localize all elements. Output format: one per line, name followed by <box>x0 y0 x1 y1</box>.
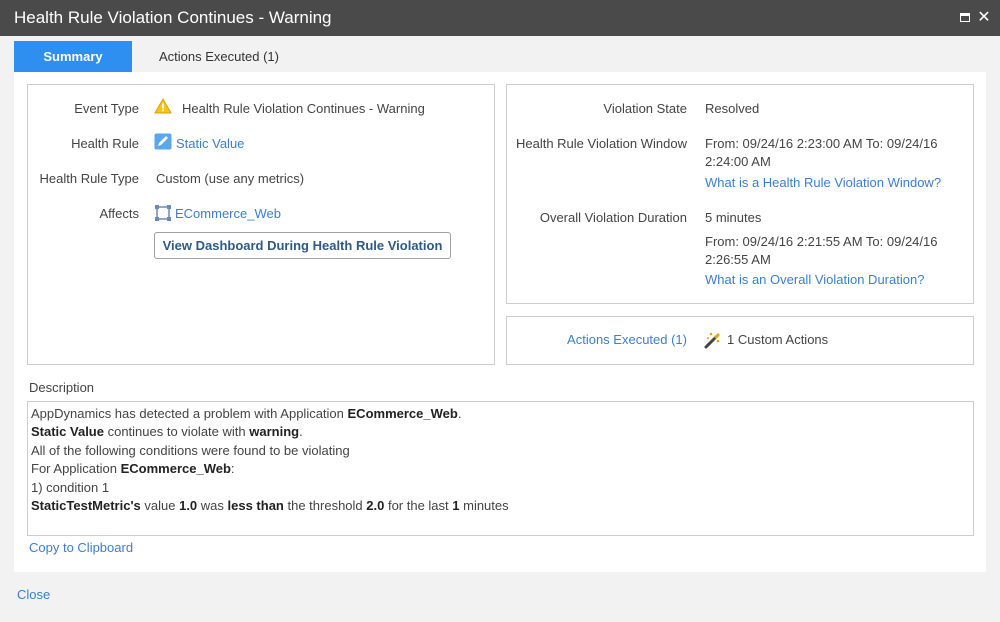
window-title: Health Rule Violation Continues - Warnin… <box>14 8 332 27</box>
violation-panel: Violation State Resolved Health Rule Vio… <box>506 84 974 304</box>
description-label: Description <box>29 380 95 395</box>
event-type-label: Event Type <box>74 101 139 116</box>
description-line: AppDynamics has detected a problem with … <box>31 406 462 421</box>
description-line: Static Value continues to violate with w… <box>31 424 303 440</box>
dialog: Summary Actions Executed (1) Event Type … <box>0 36 1000 622</box>
actions-panel: Actions Executed (1) 1 Custom Actions <box>506 316 974 365</box>
violation-window-label: Health Rule Violation Window <box>515 136 687 151</box>
violation-duration-range-line2: 2:26:55 AM <box>705 252 771 267</box>
close-link[interactable]: Close <box>17 587 50 602</box>
affects-link[interactable]: ECommerce_Web <box>175 206 281 221</box>
close-icon[interactable]: ✕ <box>977 10 991 26</box>
description-box[interactable]: AppDynamics has detected a problem with … <box>27 401 974 536</box>
description-line: For Application ECommerce_Web: <box>31 461 235 477</box>
tab-summary[interactable]: Summary <box>14 41 132 72</box>
violation-state-value: Resolved <box>705 101 760 116</box>
health-rule-type-label: Health Rule Type <box>39 171 140 186</box>
violation-duration-label: Overall Violation Duration <box>539 210 687 225</box>
tab-actions-executed[interactable]: Actions Executed (1) <box>144 41 294 72</box>
violation-state-label: Violation State <box>603 101 687 116</box>
violation-duration-range-line1: From: 09/24/16 2:21:55 AM To: 09/24/16 <box>705 234 938 249</box>
edit-icon <box>154 133 172 150</box>
description-line: 1) condition 1 <box>31 479 110 495</box>
event-type-value: Health Rule Violation Continues - Warnin… <box>182 101 425 116</box>
violation-window-line2: 2:24:00 AM <box>705 154 771 169</box>
description-line: All of the following conditions were fou… <box>31 442 350 458</box>
custom-actions-value: 1 Custom Actions <box>727 332 829 347</box>
title-bar: Health Rule Violation Continues - Warnin… <box>0 0 1000 36</box>
violation-window-help-link[interactable]: What is a Health Rule Violation Window? <box>705 175 941 190</box>
view-dashboard-button[interactable]: View Dashboard During Health Rule Violat… <box>154 232 451 259</box>
description-line: StaticTestMetric's value 1.0 was less th… <box>31 497 509 513</box>
copy-to-clipboard-link[interactable]: Copy to Clipboard <box>29 540 133 555</box>
health-rule-link[interactable]: Static Value <box>176 136 244 151</box>
violation-window-line1: From: 09/24/16 2:23:00 AM To: 09/24/16 <box>705 136 938 151</box>
actions-executed-link[interactable]: Actions Executed (1) <box>567 332 687 347</box>
wand-icon <box>703 331 721 349</box>
warning-icon <box>154 98 172 114</box>
health-rule-label: Health Rule <box>71 136 139 151</box>
violation-duration-help-link[interactable]: What is an Overall Violation Duration? <box>705 272 924 287</box>
topology-icon <box>154 204 172 222</box>
affects-label: Affects <box>99 206 139 221</box>
maximize-icon[interactable] <box>958 11 972 25</box>
violation-duration-value: 5 minutes <box>705 210 762 225</box>
health-rule-type-value: Custom (use any metrics) <box>156 171 305 186</box>
summary-content: Event Type Health Rule Violation Continu… <box>14 72 986 572</box>
event-details-panel: Event Type Health Rule Violation Continu… <box>27 84 495 365</box>
